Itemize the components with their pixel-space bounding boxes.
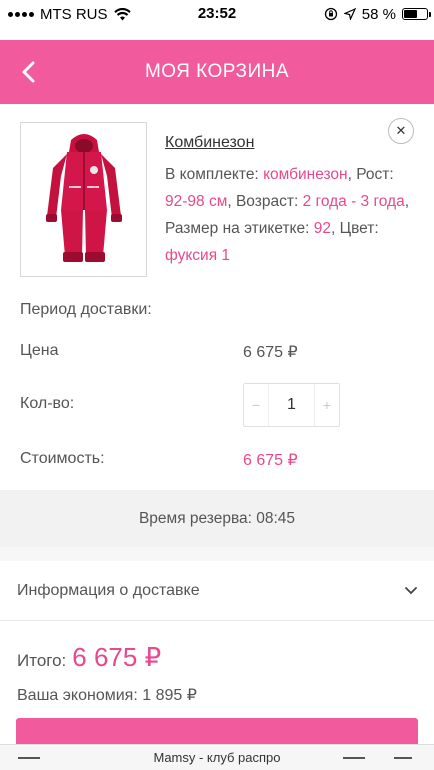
tab-bar-icon[interactable] xyxy=(394,757,412,759)
delivery-info-toggle[interactable]: Информация о доставке xyxy=(0,561,434,621)
chevron-down-icon xyxy=(405,586,417,594)
delivery-period-label: Период доставки: xyxy=(20,301,152,318)
age-label: , Возраст: xyxy=(227,193,303,210)
chevron-left-icon xyxy=(22,61,35,83)
status-left: MTS RUS xyxy=(8,6,131,23)
jumpsuit-image xyxy=(45,133,122,262)
color-value: фуксия 1 xyxy=(165,247,231,264)
increase-quantity-button[interactable]: + xyxy=(315,397,339,413)
status-bar: MTS RUS 23:52 58 % xyxy=(0,0,434,28)
location-icon xyxy=(343,8,356,20)
section-divider xyxy=(0,547,434,561)
cart-item: ✕ Комбинезон В комплекте: комбинезон, Ро… xyxy=(0,104,434,490)
signal-icon xyxy=(8,11,34,17)
height-label: , Рост: xyxy=(347,166,394,183)
reserve-text: Время резерва: 08:45 xyxy=(138,509,296,527)
savings-text: Ваша экономия: 1 895 ₽ xyxy=(17,687,197,704)
product-description: В комплекте: комбинезон, Рост: 92-98 см,… xyxy=(165,161,415,269)
total-amount: 6 675 ₽ xyxy=(72,642,162,672)
product-image[interactable] xyxy=(20,122,147,277)
battery-percent: 58 % xyxy=(361,5,396,23)
set-label: В комплекте: xyxy=(165,166,264,183)
minimize-bar-icon[interactable] xyxy=(18,757,40,759)
delivery-info-label: Информация о доставке xyxy=(17,581,200,599)
height-value: 92-98 см xyxy=(165,193,228,210)
color-label: , Цвет: xyxy=(331,220,379,237)
quantity-value[interactable]: 1 xyxy=(268,384,315,426)
minimize-bar-icon[interactable] xyxy=(343,757,365,759)
price-label: Цена xyxy=(20,342,59,359)
close-icon: ✕ xyxy=(395,123,407,138)
app-header: МОЯ КОРЗИНА xyxy=(0,40,434,104)
set-value: комбинезон xyxy=(263,166,348,183)
order-total: Итого: 6 675 ₽ Ваша экономия: 1 895 ₽ xyxy=(0,622,434,722)
page-title-tab[interactable]: Mamsy - клуб распро xyxy=(153,750,280,765)
remove-item-button[interactable]: ✕ xyxy=(388,118,414,144)
total-line: Итого: 6 675 ₽ xyxy=(17,642,161,673)
wifi-icon xyxy=(113,7,131,20)
page-title: МОЯ КОРЗИНА xyxy=(144,61,290,82)
price-value: 6 675 ₽ xyxy=(243,344,298,361)
size-value: 92 xyxy=(313,220,331,237)
browser-bottom-bar: Mamsy - клуб распро xyxy=(0,744,434,770)
cost-value: 6 675 ₽ xyxy=(243,452,298,469)
carrier-name: MTS RUS xyxy=(40,5,108,23)
battery-icon xyxy=(402,8,431,20)
age-value: 2 года - 3 года xyxy=(302,193,405,210)
orientation-lock-icon xyxy=(324,7,337,21)
product-name-link[interactable]: Комбинезон xyxy=(165,134,254,152)
clock: 23:52 xyxy=(197,5,237,22)
total-label: Итого: xyxy=(17,651,67,670)
cost-label: Стоимость: xyxy=(20,450,105,467)
battery-level xyxy=(404,10,417,18)
quantity-stepper: − 1 + xyxy=(243,383,340,427)
back-button[interactable] xyxy=(18,60,42,84)
status-right: 58 % xyxy=(324,5,431,23)
quantity-label: Кол-во: xyxy=(20,395,75,412)
decrease-quantity-button[interactable]: − xyxy=(244,397,268,413)
reserve-timer: Время резерва: 08:45 xyxy=(0,490,434,547)
